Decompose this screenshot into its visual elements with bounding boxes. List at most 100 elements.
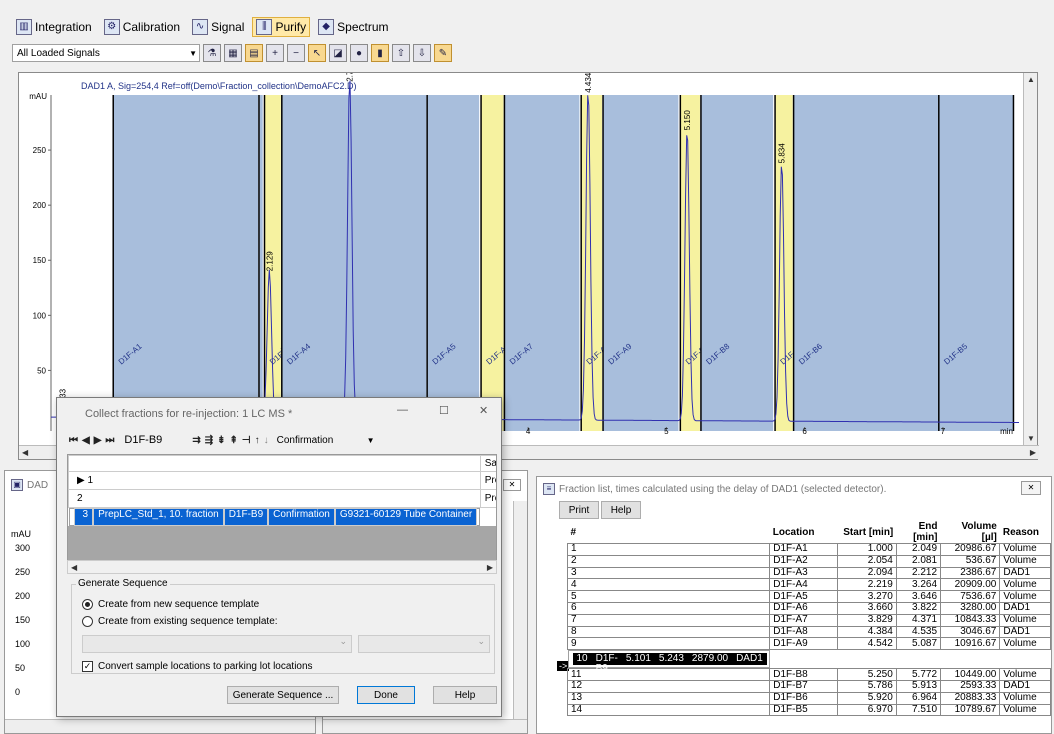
- left-panel-scrollbar[interactable]: [5, 719, 315, 733]
- tab-integration[interactable]: ▥ Integration: [12, 17, 96, 37]
- nav-prev-icon[interactable]: ◀: [82, 435, 90, 446]
- fraction-column-header[interactable]: #: [568, 521, 770, 544]
- scroll-up-icon[interactable]: ▲: [1027, 75, 1035, 84]
- middle-close-icon[interactable]: ✕: [503, 479, 521, 491]
- move-up-icon[interactable]: ⇧: [392, 44, 410, 62]
- radio-new-template[interactable]: Create from new sequence template: [82, 599, 259, 610]
- fraction-column-header[interactable]: Start [min]: [837, 521, 896, 544]
- left-axis-tick: 50: [15, 663, 26, 673]
- table-row[interactable]: 5 D1F-A5 3.270 3.646 7536.67 Volume: [566, 590, 1051, 603]
- table-cell: 7.510: [895, 703, 942, 717]
- fraction-icon[interactable]: ▮: [371, 44, 389, 62]
- table-cell: Confirmation: [268, 508, 335, 526]
- nav-location-value: D1F-B9: [124, 434, 163, 446]
- table-cell: 10916.67: [940, 637, 1001, 651]
- template-version-combo[interactable]: ⌄: [358, 635, 490, 653]
- grid-view-icon[interactable]: ▤: [245, 44, 263, 62]
- table-row[interactable]: 2 D1F-A2 2.054 2.081 536.67 Volume: [566, 554, 1051, 568]
- maximize-icon[interactable]: ☐: [439, 404, 449, 417]
- table-cell: 10449.00: [940, 668, 1001, 681]
- template-combo[interactable]: ⌄: [82, 635, 352, 653]
- parking-lot-checkbox[interactable]: ✓ Convert sample locations to parking lot…: [82, 661, 313, 672]
- print-button[interactable]: Print: [559, 501, 599, 519]
- table-row[interactable]: 3 D1F-A3 2.094 2.212 2386.67 DAD1: [566, 566, 1051, 580]
- move-row-down-icon[interactable]: ↓: [264, 435, 269, 446]
- scroll-right-icon[interactable]: ▶: [1030, 448, 1036, 457]
- move-row-up-icon[interactable]: ↑: [255, 435, 260, 446]
- fraction-column-header[interactable]: Volume [µl]: [941, 521, 1000, 544]
- table-row[interactable]: 9 D1F-A9 4.542 5.087 10916.67 Volume: [566, 637, 1051, 651]
- table-row[interactable]: 6 D1F-A6 3.660 3.822 3280.00 DAD1: [566, 601, 1051, 615]
- sample-table-scrollbar[interactable]: ◀ ▶: [67, 560, 497, 574]
- table-row[interactable]: 14 D1F-B5 6.970 7.510 10789.67 Volume: [566, 703, 1051, 717]
- scroll-left-icon[interactable]: ◀: [71, 563, 77, 572]
- table-row[interactable]: 7 D1F-A7 3.829 4.371 10843.33 Volume: [566, 613, 1051, 627]
- scroll-down-icon[interactable]: ▼: [1027, 434, 1035, 443]
- table-row[interactable]: 10 D1F-B9 5.101 5.243 2879.00 DAD1: [567, 650, 770, 674]
- tab-calibration[interactable]: ⚙ Calibration: [100, 17, 184, 37]
- color-icon[interactable]: ●: [350, 44, 368, 62]
- table-row[interactable]: 13 D1F-B6 5.920 6.964 20883.33 Volume: [566, 691, 1051, 705]
- table-row[interactable]: 12 D1F-B7 5.786 5.913 2593.33 DAD1: [566, 679, 1051, 693]
- table-row[interactable]: 11 D1F-B8 5.250 5.772 10449.00 Volume: [566, 668, 1051, 681]
- dialog-help-button[interactable]: Help: [433, 686, 497, 704]
- pointer-icon[interactable]: ↖: [308, 44, 326, 62]
- nav-last-icon[interactable]: ⏭: [105, 435, 114, 446]
- insert-row-icon[interactable]: ⇉: [192, 435, 200, 446]
- sample-column-header[interactable]: Sample Name: [479, 455, 496, 472]
- scroll-right-icon[interactable]: ▶: [487, 563, 493, 572]
- signal-select[interactable]: All Loaded Signals ▼: [12, 44, 200, 62]
- append-row-icon[interactable]: ⇶: [205, 435, 213, 446]
- generate-sequence-button[interactable]: Generate Sequence ...: [227, 686, 339, 704]
- move-down-icon[interactable]: ⇩: [413, 44, 431, 62]
- table-row[interactable]: 8 D1F-A8 4.384 4.535 3046.67 DAD1: [566, 625, 1051, 639]
- nav-next-icon[interactable]: ▶: [94, 435, 102, 446]
- middle-vertical-scrollbar[interactable]: [513, 501, 527, 719]
- tab-purify[interactable]: ⫼ Purify: [252, 17, 311, 37]
- zoom-out-icon[interactable]: −: [287, 44, 305, 62]
- zoom-in-icon[interactable]: +: [266, 44, 284, 62]
- fraction-list-close-icon[interactable]: ✕: [1021, 481, 1041, 495]
- minimize-icon[interactable]: —: [397, 404, 408, 416]
- calibrate-tool-icon[interactable]: ⚗: [203, 44, 221, 62]
- nav-first-icon[interactable]: ⏮: [69, 435, 78, 446]
- table-row[interactable]: 3 PrepLC_Std_1, 10. fraction D1F-B9 Confirm…: [68, 508, 481, 526]
- scroll-left-icon[interactable]: ◀: [22, 448, 28, 457]
- done-button[interactable]: Done: [357, 686, 415, 704]
- radio-existing-template[interactable]: Create from existing sequence template:: [82, 616, 278, 627]
- close-icon[interactable]: ✕: [479, 404, 488, 417]
- insert-col-icon[interactable]: ⇟: [217, 435, 225, 446]
- fraction-column-header[interactable]: Reason: [1000, 521, 1051, 544]
- dialog-title: Collect fractions for re-injection: 1 LC…: [85, 408, 293, 420]
- table-cell: 6: [566, 601, 771, 615]
- table-row[interactable]: 4 D1F-A4 2.219 3.264 20909.00 Volume: [566, 578, 1051, 592]
- table-cell: 2.054: [836, 554, 897, 568]
- fraction-band: [680, 95, 700, 431]
- middle-horizontal-scrollbar[interactable]: [323, 719, 527, 733]
- help-button[interactable]: Help: [601, 501, 641, 519]
- delete-row-icon[interactable]: ⇞: [229, 435, 237, 446]
- edit-icon[interactable]: ✎: [434, 44, 452, 62]
- x-tick-label: 7: [941, 427, 946, 436]
- sample-column-header[interactable]: [68, 455, 481, 472]
- fraction-column-header[interactable]: Location: [770, 521, 838, 544]
- table-cell: PrepLC_Std_1, 3. fraction: [479, 471, 496, 490]
- select-region-icon[interactable]: ◪: [329, 44, 347, 62]
- table-row[interactable]: 1 D1F-A1 1.000 2.049 20986.67 Volume: [566, 543, 1051, 556]
- chromatogram-chart[interactable]: D1F-A1D1F-A2D1F-A3D1F-A4D1F-A5D1F-A6D1F-…: [19, 73, 1023, 445]
- y-tick-label: 100: [33, 311, 47, 320]
- left-axis-tick: 150: [15, 615, 31, 625]
- chart-vertical-scrollbar[interactable]: ▲ ▼: [1023, 73, 1037, 445]
- peak-label: 5.834: [778, 143, 787, 164]
- check-icon: ✓: [82, 661, 93, 672]
- tab-signal[interactable]: ∿ Signal: [188, 17, 248, 37]
- overlay-icon[interactable]: ▦: [224, 44, 242, 62]
- table-cell: 20883.33: [940, 691, 1001, 705]
- table-row[interactable]: 2PrepLC_Std_1, 6. fractionD1F-A6Confirma…: [68, 489, 496, 508]
- x-axis-label: min: [1000, 427, 1013, 436]
- table-row[interactable]: ▶ 1PrepLC_Std_1, 3. fractionD1F-A3Confir…: [68, 471, 496, 490]
- tab-spectrum[interactable]: ◆ Spectrum: [314, 17, 392, 37]
- fraction-column-header[interactable]: End [min]: [896, 521, 940, 544]
- mode-select[interactable]: Confirmation ▼: [273, 431, 377, 449]
- split-icon[interactable]: ⊣: [242, 435, 251, 446]
